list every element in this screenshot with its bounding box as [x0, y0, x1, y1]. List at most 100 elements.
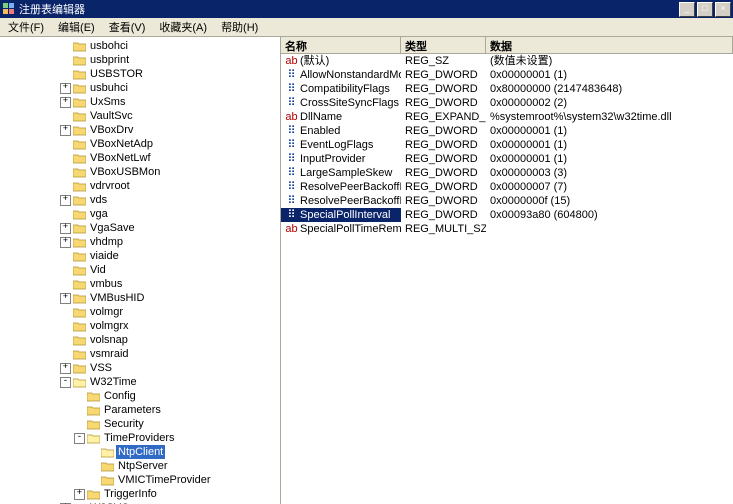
- tree-node[interactable]: VaultSvc: [4, 109, 280, 123]
- tree-node-label[interactable]: NtpServer: [116, 459, 170, 473]
- value-name-cell[interactable]: ⠿AllowNonstandardMod…: [281, 68, 401, 82]
- list-row[interactable]: abDllNameREG_EXPAND_SZ%systemroot%\syste…: [281, 110, 733, 124]
- tree-node[interactable]: vdrvroot: [4, 179, 280, 193]
- tree-node[interactable]: usbohci: [4, 39, 280, 53]
- tree-node-label[interactable]: VBoxNetAdp: [88, 137, 155, 151]
- expand-icon[interactable]: +: [60, 125, 71, 136]
- tree-node[interactable]: Parameters: [4, 403, 280, 417]
- tree-node-label[interactable]: usbuhci: [88, 81, 130, 95]
- tree-node-label[interactable]: volmgr: [88, 305, 125, 319]
- tree-node[interactable]: VBoxUSBMon: [4, 165, 280, 179]
- tree-node[interactable]: + usbuhci: [4, 81, 280, 95]
- tree-node-label[interactable]: viaide: [88, 249, 121, 263]
- collapse-icon[interactable]: -: [74, 433, 85, 444]
- value-name-cell[interactable]: abSpecialPollTimeRema…: [281, 222, 401, 236]
- expand-icon[interactable]: +: [60, 97, 71, 108]
- value-name-cell[interactable]: ⠿LargeSampleSkew: [281, 166, 401, 180]
- expand-icon[interactable]: +: [60, 223, 71, 234]
- tree-node[interactable]: VBoxNetAdp: [4, 137, 280, 151]
- tree-node-label[interactable]: VBoxNetLwf: [88, 151, 153, 165]
- value-name-cell[interactable]: ⠿CompatibilityFlags: [281, 82, 401, 96]
- tree-node[interactable]: vmbus: [4, 277, 280, 291]
- value-name-cell[interactable]: abDllName: [281, 110, 401, 124]
- maximize-button[interactable]: □: [697, 2, 713, 17]
- tree-node-label[interactable]: VgaSave: [88, 221, 137, 235]
- expand-icon[interactable]: +: [60, 237, 71, 248]
- column-name[interactable]: 名称: [281, 37, 401, 53]
- tree-node[interactable]: + VBoxDrv: [4, 123, 280, 137]
- menu-edit[interactable]: 编辑(E): [52, 18, 101, 36]
- tree-node[interactable]: USBSTOR: [4, 67, 280, 81]
- list-row[interactable]: ⠿SpecialPollIntervalREG_DWORD0x00093a80 …: [281, 208, 733, 222]
- value-name-cell[interactable]: ⠿ResolvePeerBackoffM…: [281, 180, 401, 194]
- list-row[interactable]: abSpecialPollTimeRema…REG_MULTI_SZ: [281, 222, 733, 236]
- expand-icon[interactable]: +: [60, 363, 71, 374]
- expand-icon[interactable]: +: [60, 195, 71, 206]
- tree-node[interactable]: Config: [4, 389, 280, 403]
- list-row[interactable]: ⠿ResolvePeerBackoffM…REG_DWORD0x0000000f…: [281, 194, 733, 208]
- value-name-cell[interactable]: ⠿SpecialPollInterval: [281, 208, 401, 222]
- list-row[interactable]: ⠿InputProviderREG_DWORD0x00000001 (1): [281, 152, 733, 166]
- tree-node-label[interactable]: vmbus: [88, 277, 124, 291]
- tree-node-label[interactable]: W32Time: [88, 375, 139, 389]
- tree-node-label[interactable]: vds: [88, 193, 109, 207]
- expand-icon[interactable]: +: [74, 489, 85, 500]
- tree-node-label[interactable]: VMICTimeProvider: [116, 473, 213, 487]
- expand-icon[interactable]: +: [60, 83, 71, 94]
- list-row[interactable]: ⠿CompatibilityFlagsREG_DWORD0x80000000 (…: [281, 82, 733, 96]
- tree-node-label[interactable]: USBSTOR: [88, 67, 145, 81]
- list-row[interactable]: ⠿EventLogFlagsREG_DWORD0x00000001 (1): [281, 138, 733, 152]
- tree-node[interactable]: +vhdmp: [4, 235, 280, 249]
- tree-node-label[interactable]: Parameters: [102, 403, 163, 417]
- tree-node-label[interactable]: Security: [102, 417, 146, 431]
- tree-node[interactable]: - W32Time: [4, 375, 280, 389]
- tree-node[interactable]: VMICTimeProvider: [4, 473, 280, 487]
- tree-node-label[interactable]: usbohci: [88, 39, 130, 53]
- tree-node-label[interactable]: Config: [102, 389, 138, 403]
- list-row[interactable]: ⠿CrossSiteSyncFlagsREG_DWORD0x00000002 (…: [281, 96, 733, 110]
- collapse-icon[interactable]: -: [60, 377, 71, 388]
- tree-node-label[interactable]: TimeProviders: [102, 431, 177, 445]
- tree-node[interactable]: usbprint: [4, 53, 280, 67]
- tree-node-label[interactable]: VBoxDrv: [88, 123, 135, 137]
- tree-node-label[interactable]: UxSms: [88, 95, 127, 109]
- menu-file[interactable]: 文件(F): [2, 18, 50, 36]
- tree-node[interactable]: NtpClient: [4, 445, 280, 459]
- tree-node[interactable]: Vid: [4, 263, 280, 277]
- value-name-cell[interactable]: ⠿InputProvider: [281, 152, 401, 166]
- tree-node[interactable]: +VSS: [4, 361, 280, 375]
- expand-icon[interactable]: +: [60, 293, 71, 304]
- value-name-cell[interactable]: ⠿CrossSiteSyncFlags: [281, 96, 401, 110]
- list-row[interactable]: ⠿AllowNonstandardMod…REG_DWORD0x00000001…: [281, 68, 733, 82]
- close-button[interactable]: ×: [715, 2, 731, 17]
- tree-node[interactable]: +VMBusHID: [4, 291, 280, 305]
- tree-node-label[interactable]: NtpClient: [116, 445, 165, 459]
- tree-node-label[interactable]: vsmraid: [88, 347, 131, 361]
- tree-node[interactable]: volmgr: [4, 305, 280, 319]
- column-data[interactable]: 数据: [486, 37, 733, 53]
- tree-node[interactable]: + VgaSave: [4, 221, 280, 235]
- tree-pane[interactable]: usbohciusbprintUSBSTOR + usbuhci + UxSmsVaul…: [0, 37, 281, 504]
- value-name-cell[interactable]: ab(默认): [281, 54, 401, 68]
- tree-node-label[interactable]: usbprint: [88, 53, 131, 67]
- value-name-cell[interactable]: ⠿Enabled: [281, 124, 401, 138]
- list-row[interactable]: ab(默认)REG_SZ(数值未设置): [281, 54, 733, 68]
- list-pane[interactable]: 名称 类型 数据 ab(默认)REG_SZ(数值未设置)⠿AllowNonsta…: [281, 37, 733, 504]
- tree-node[interactable]: volmgrx: [4, 319, 280, 333]
- tree-node[interactable]: + TriggerInfo: [4, 487, 280, 501]
- tree-node-label[interactable]: vga: [88, 207, 110, 221]
- tree-node-label[interactable]: VBoxUSBMon: [88, 165, 162, 179]
- tree-node[interactable]: volsnap: [4, 333, 280, 347]
- tree-node[interactable]: Security: [4, 417, 280, 431]
- list-row[interactable]: ⠿ResolvePeerBackoffM…REG_DWORD0x00000007…: [281, 180, 733, 194]
- tree-node[interactable]: + UxSms: [4, 95, 280, 109]
- minimize-button[interactable]: _: [679, 2, 695, 17]
- tree-node-label[interactable]: TriggerInfo: [102, 487, 159, 501]
- tree-node[interactable]: viaide: [4, 249, 280, 263]
- tree-node-label[interactable]: Vid: [88, 263, 108, 277]
- tree-node[interactable]: VBoxNetLwf: [4, 151, 280, 165]
- menu-help[interactable]: 帮助(H): [215, 18, 264, 36]
- tree-node[interactable]: vsmraid: [4, 347, 280, 361]
- list-row[interactable]: ⠿EnabledREG_DWORD0x00000001 (1): [281, 124, 733, 138]
- tree-node[interactable]: - TimeProviders: [4, 431, 280, 445]
